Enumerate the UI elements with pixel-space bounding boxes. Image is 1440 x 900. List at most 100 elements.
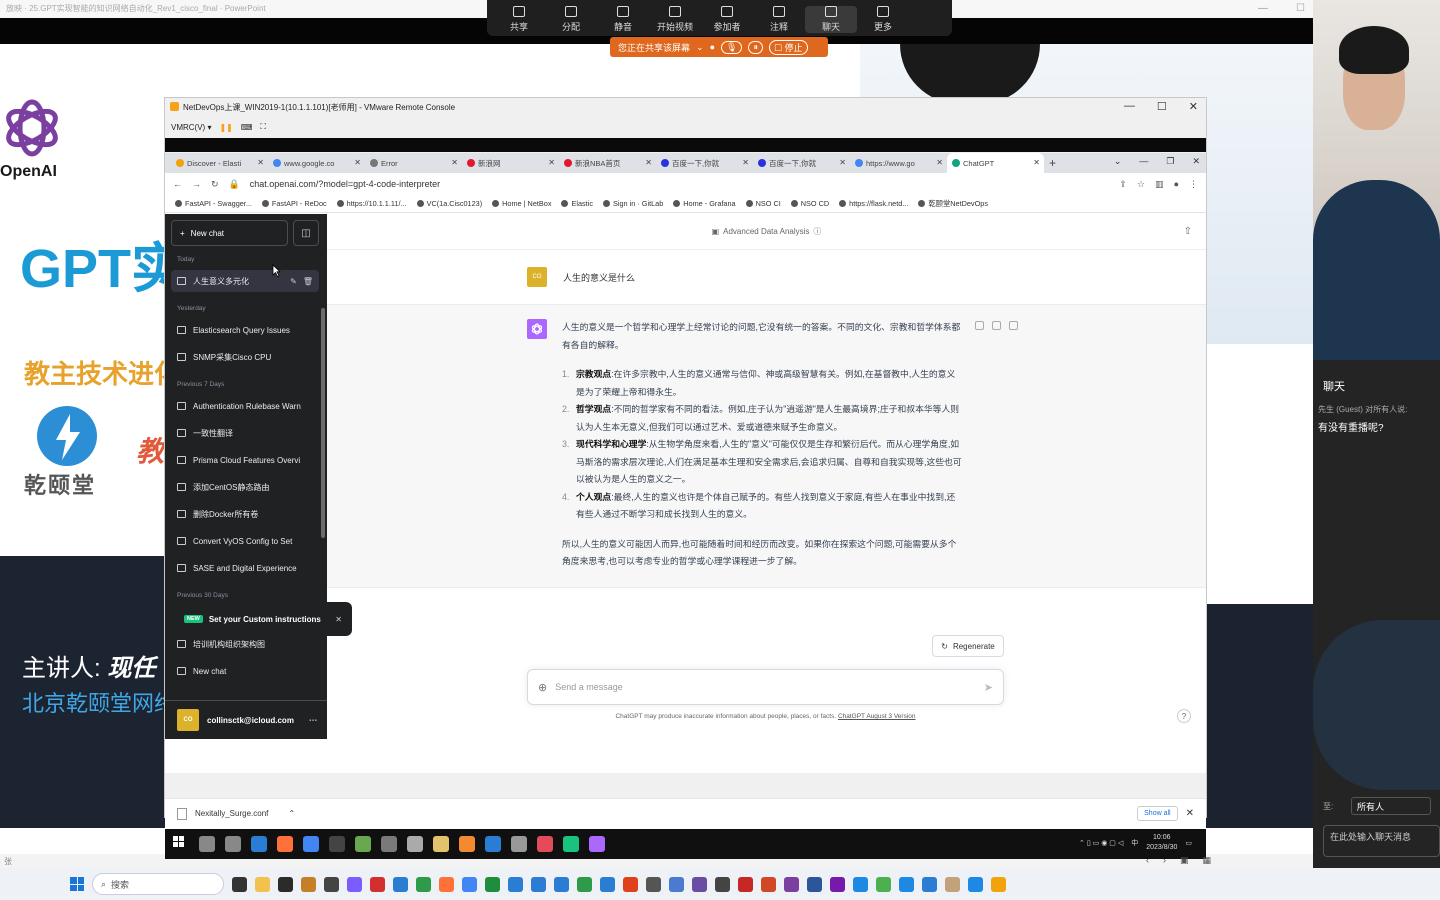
windows-start-icon[interactable] xyxy=(70,877,84,891)
host-taskbar-app-icon[interactable] xyxy=(370,876,385,892)
bookmark-item[interactable]: FastAPI - ReDoc xyxy=(261,199,327,208)
vm-taskbar-app-icon[interactable] xyxy=(199,836,215,852)
host-taskbar-app-icon[interactable] xyxy=(669,876,684,892)
minimize-icon[interactable]: — xyxy=(1139,156,1148,167)
bookmark-item[interactable]: https://flask.netd... xyxy=(839,199,908,208)
close-icon[interactable]: ✕ xyxy=(1186,808,1194,819)
forward-icon[interactable]: → xyxy=(192,179,201,189)
browser-tab[interactable]: https://www.go ✕ xyxy=(850,153,947,173)
history-item[interactable]: 人生意义多元化 ✎ 🗑 xyxy=(171,270,319,292)
tab-search-icon[interactable]: ⌄ xyxy=(1114,156,1122,167)
host-taskbar-app-icon[interactable] xyxy=(922,876,937,892)
browser-tab[interactable]: 百度一下,你就 ✕ xyxy=(753,153,850,173)
vm-taskbar-app-icon[interactable] xyxy=(485,836,501,852)
meeting-more-button[interactable]: 更多 xyxy=(857,6,909,33)
stop-share-button[interactable]: ☐ 停止 xyxy=(768,39,808,55)
bookmark-item[interactable]: https://10.1.1.11/... xyxy=(336,199,407,208)
taskbar-search[interactable]: ⌕ 搜索 xyxy=(92,873,224,895)
bookmark-item[interactable]: Sign in · GitLab xyxy=(602,199,663,208)
vm-taskbar-app-icon[interactable] xyxy=(537,836,553,852)
edit-icon[interactable]: ✎ xyxy=(290,277,297,286)
vm-taskbar-app-icon[interactable] xyxy=(563,836,579,852)
meeting-annotate-button[interactable]: 注释 xyxy=(753,6,805,33)
vm-taskbar-app-icon[interactable] xyxy=(433,836,449,852)
browser-tab[interactable]: ChatGPT ✕ xyxy=(947,153,1044,173)
host-taskbar-app-icon[interactable] xyxy=(577,876,592,892)
close-tab-icon[interactable]: ✕ xyxy=(451,158,458,167)
bookmark-item[interactable]: VC(1a.Cisc0123) xyxy=(416,199,482,208)
vm-taskbar-app-icon[interactable] xyxy=(355,836,371,852)
fullscreen-icon[interactable]: ⛶ xyxy=(260,122,266,132)
close-tab-icon[interactable]: ✕ xyxy=(257,158,264,167)
sidebar-scrollbar[interactable] xyxy=(321,308,325,538)
download-file-name[interactable]: Nexitally_Surge.conf xyxy=(195,809,268,818)
close-tab-icon[interactable]: ✕ xyxy=(936,158,943,167)
meeting-video-off-button[interactable]: 开始视频 xyxy=(649,6,701,33)
vm-taskbar-app-icon[interactable] xyxy=(381,836,397,852)
host-taskbar-app-icon[interactable] xyxy=(715,876,730,892)
history-item[interactable]: Prisma Cloud Features Overvi xyxy=(171,449,319,471)
history-item[interactable]: Elasticsearch Query Issues xyxy=(171,319,319,341)
host-taskbar-app-icon[interactable] xyxy=(807,876,822,892)
show-all-button[interactable]: Show all xyxy=(1137,806,1178,821)
chat-input[interactable]: 在此处输入聊天消息 xyxy=(1323,825,1440,857)
regenerate-button[interactable]: ↻ Regenerate xyxy=(932,635,1004,657)
prev-slide-icon[interactable]: ‹ xyxy=(1146,855,1149,866)
bookmark-item[interactable]: NSO CI xyxy=(745,199,781,208)
pause-icon[interactable]: ⏸ xyxy=(748,40,763,54)
meeting-chat-button[interactable]: 聊天 xyxy=(805,6,857,33)
host-taskbar-app-icon[interactable] xyxy=(485,876,500,892)
bookmark-item[interactable]: Elastic xyxy=(561,199,593,208)
toggle-sidebar-button[interactable]: ◫ xyxy=(293,220,319,246)
send-icon[interactable]: ➤ xyxy=(984,681,993,694)
close-icon[interactable]: ✕ xyxy=(1192,156,1200,167)
host-taskbar-app-icon[interactable] xyxy=(623,876,638,892)
message-input[interactable]: ⊕ Send a message ➤ xyxy=(527,669,1004,705)
host-taskbar-app-icon[interactable] xyxy=(324,876,339,892)
vm-clock[interactable]: 10:06 2023/8/30 xyxy=(1146,833,1177,853)
host-taskbar-app-icon[interactable] xyxy=(876,876,891,892)
input-language[interactable]: 中 xyxy=(1131,838,1138,848)
vmrc-menu[interactable]: VMRC(V) ▾ xyxy=(171,123,211,132)
vm-taskbar-app-icon[interactable] xyxy=(589,836,605,852)
history-item[interactable]: 添加CentOS静态路由 xyxy=(171,476,319,498)
history-item[interactable]: SASE and Digital Experience xyxy=(171,557,319,579)
next-slide-icon[interactable]: › xyxy=(1163,855,1166,866)
history-item[interactable]: 一致性翻译 xyxy=(171,422,319,444)
host-taskbar-app-icon[interactable] xyxy=(347,876,362,892)
pause-vm-icon[interactable]: ❚❚ xyxy=(219,123,232,132)
host-taskbar-app-icon[interactable] xyxy=(991,876,1006,892)
share-icon[interactable]: ⇪ xyxy=(1119,179,1127,190)
info-icon[interactable]: ⓘ xyxy=(813,226,821,237)
history-item[interactable]: Authentication Rulebase Warn xyxy=(171,395,319,417)
bookmark-item[interactable]: Home | NetBox xyxy=(492,199,551,208)
vm-taskbar-app-icon[interactable] xyxy=(459,836,475,852)
meeting-assign-button[interactable]: 分配 xyxy=(545,6,597,33)
user-menu[interactable]: CO collinsctk@icloud.com ⋯ xyxy=(165,700,327,739)
host-taskbar-app-icon[interactable] xyxy=(554,876,569,892)
vm-taskbar-app-icon[interactable] xyxy=(277,836,293,852)
notification-icon[interactable]: ▭ xyxy=(1185,839,1192,847)
host-taskbar-app-icon[interactable] xyxy=(439,876,454,892)
close-tab-icon[interactable]: ✕ xyxy=(645,158,652,167)
new-tab-icon[interactable]: + xyxy=(1044,153,1068,173)
bookmark-item[interactable]: NSO CD xyxy=(790,199,829,208)
normal-view-icon[interactable]: ▣ xyxy=(1180,855,1189,866)
browser-tab[interactable]: www.google.co ✕ xyxy=(268,153,365,173)
maximize-icon[interactable]: ☐ xyxy=(1157,100,1167,113)
new-chat-button[interactable]: + New chat xyxy=(171,220,288,246)
host-taskbar-app-icon[interactable] xyxy=(393,876,408,892)
history-item[interactable]: 删除Docker所有卷 xyxy=(171,503,319,525)
chevron-up-icon[interactable]: ⌃ xyxy=(288,809,295,818)
vm-taskbar-app-icon[interactable] xyxy=(511,836,527,852)
mic-pill-icon[interactable]: 🎙 xyxy=(721,40,743,54)
host-taskbar-app-icon[interactable] xyxy=(416,876,431,892)
back-icon[interactable]: ← xyxy=(173,179,182,189)
history-item[interactable]: SNMP采集Cisco CPU xyxy=(171,346,319,368)
browser-tab[interactable]: 新浪NBA首页 ✕ xyxy=(559,153,656,173)
vm-taskbar-app-icon[interactable] xyxy=(329,836,345,852)
close-tab-icon[interactable]: ✕ xyxy=(839,158,846,167)
help-icon[interactable]: ? xyxy=(1177,709,1191,723)
custom-instructions-toast[interactable]: NEW Set your Custom instructions ✕ xyxy=(174,602,352,636)
delete-icon[interactable]: 🗑 xyxy=(303,277,313,286)
